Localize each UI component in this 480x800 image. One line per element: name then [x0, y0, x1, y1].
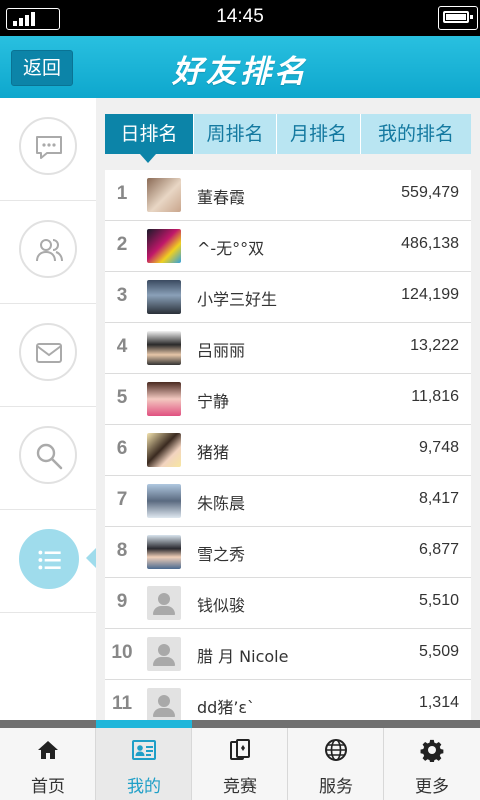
friend-name: 董春霞: [197, 188, 246, 207]
nav-label: 更多: [415, 777, 449, 797]
friend-name: 雪之秀: [197, 545, 246, 564]
avatar: [147, 484, 181, 518]
nav-home[interactable]: 首页: [0, 728, 96, 800]
sidebar-item-mail[interactable]: [0, 304, 96, 407]
home-icon: [38, 741, 58, 759]
friend-name: 小学三好生: [197, 290, 278, 309]
mail-icon: [36, 343, 62, 363]
friend-name: dd猪’ε`: [197, 698, 256, 717]
tab-monthly[interactable]: 月排名: [277, 114, 361, 154]
nav-label: 竞赛: [223, 777, 257, 797]
tab-my-ranking[interactable]: 我的排名: [361, 114, 471, 154]
rank-number: 5: [116, 387, 128, 408]
ranking-list: 1 董春霞 559,479 2 ^-无°°双 486,138 3 小学三好生 1…: [105, 170, 471, 720]
table-row[interactable]: 1 董春霞 559,479: [105, 170, 471, 221]
table-row[interactable]: 3 小学三好生 124,199: [105, 272, 471, 323]
profile-card-icon: [132, 740, 156, 760]
nav-label: 首页: [31, 777, 65, 797]
friend-name: 腊 月 Nicole: [197, 647, 289, 666]
rank-number: 2: [116, 234, 128, 255]
rank-number: 9: [116, 591, 128, 612]
friend-score: 9,748: [418, 439, 459, 456]
table-row[interactable]: 8 雪之秀 6,877: [105, 527, 471, 578]
search-icon: [36, 443, 63, 470]
table-row[interactable]: 5 宁静 11,816: [105, 374, 471, 425]
gear-icon: [420, 739, 444, 762]
battery-icon: [438, 6, 478, 30]
friend-name: ^-无°°双: [197, 239, 265, 258]
sidebar-item-chat[interactable]: [0, 98, 96, 201]
status-bar: 14:45: [0, 0, 480, 36]
nav-label: 服务: [319, 777, 353, 797]
friend-score: 6,877: [418, 541, 459, 558]
nav-mine[interactable]: 我的: [96, 720, 192, 800]
default-avatar-icon: [147, 688, 181, 720]
avatar: [147, 178, 181, 212]
default-avatar-icon: [147, 586, 181, 620]
nav-more[interactable]: 更多: [384, 728, 480, 800]
friend-name: 宁静: [197, 392, 230, 411]
avatar: [147, 535, 181, 569]
chat-bubble-icon: [36, 136, 62, 159]
table-row[interactable]: 6 猪猪 9,748: [105, 425, 471, 476]
nav-service[interactable]: 服务: [288, 728, 384, 800]
friends-icon: [36, 239, 63, 262]
friend-name: 猪猪: [197, 443, 230, 462]
friend-score: 5,510: [418, 592, 459, 609]
default-avatar-icon: [147, 637, 181, 671]
rank-number: 1: [116, 183, 128, 204]
rank-number: 4: [116, 336, 128, 357]
avatar: [147, 331, 181, 365]
table-row[interactable]: 2 ^-无°°双 486,138: [105, 221, 471, 272]
table-row[interactable]: 10 腊 月 Nicole 5,509: [105, 629, 471, 680]
sidebar-item-ranking[interactable]: [0, 510, 97, 613]
friend-name: 吕丽丽: [197, 341, 246, 360]
sidebar-item-search[interactable]: [0, 407, 96, 510]
title-bar: 返回 好友排名: [0, 36, 480, 99]
table-row[interactable]: 11 dd猪’ε` 1,314: [105, 680, 471, 720]
globe-icon: [325, 739, 347, 761]
avatar: [147, 229, 181, 263]
avatar: [147, 433, 181, 467]
tab-daily[interactable]: 日排名: [105, 114, 194, 154]
ranking-panel: 日排名 周排名 月排名 我的排名 1 董春霞 559,479 2 ^-无°°双 …: [96, 98, 480, 720]
ranking-tabs: 日排名 周排名 月排名 我的排名: [105, 114, 471, 163]
friend-score: 124,199: [401, 286, 459, 303]
friend-score: 8,417: [418, 490, 459, 507]
status-time: 14:45: [216, 6, 264, 27]
rank-number: 8: [116, 540, 128, 561]
rank-number: 7: [116, 489, 128, 510]
friend-score: 559,479: [401, 184, 459, 201]
rank-number: 11: [111, 693, 133, 714]
table-row[interactable]: 7 朱陈晨 8,417: [105, 476, 471, 527]
friend-name: 钱似骏: [197, 596, 246, 615]
friend-score: 13,222: [410, 337, 459, 354]
nav-label: 我的: [127, 777, 161, 797]
avatar: [147, 280, 181, 314]
friend-score: 1,314: [418, 694, 459, 711]
table-row[interactable]: 9 钱似骏 5,510: [105, 578, 471, 629]
rank-number: 10: [111, 642, 133, 663]
list-icon: [38, 550, 61, 570]
bottom-nav: 首页 我的 竞赛 服务 更多: [0, 720, 480, 800]
cards-icon: [230, 739, 250, 760]
sidebar-item-friends[interactable]: [0, 201, 96, 304]
friend-name: 朱陈晨: [197, 494, 246, 513]
page-title: 好友排名: [172, 54, 308, 90]
tab-pointer: [140, 154, 156, 163]
friend-score: 486,138: [401, 235, 459, 252]
nav-competition[interactable]: 竞赛: [192, 728, 288, 800]
rank-number: 6: [116, 438, 128, 459]
avatar: [147, 382, 181, 416]
sidebar: [0, 98, 97, 720]
rank-number: 3: [116, 285, 128, 306]
friend-score: 11,816: [411, 388, 459, 405]
friend-score: 5,509: [418, 643, 459, 660]
tab-weekly[interactable]: 周排名: [194, 114, 277, 154]
table-row[interactable]: 4 吕丽丽 13,222: [105, 323, 471, 374]
